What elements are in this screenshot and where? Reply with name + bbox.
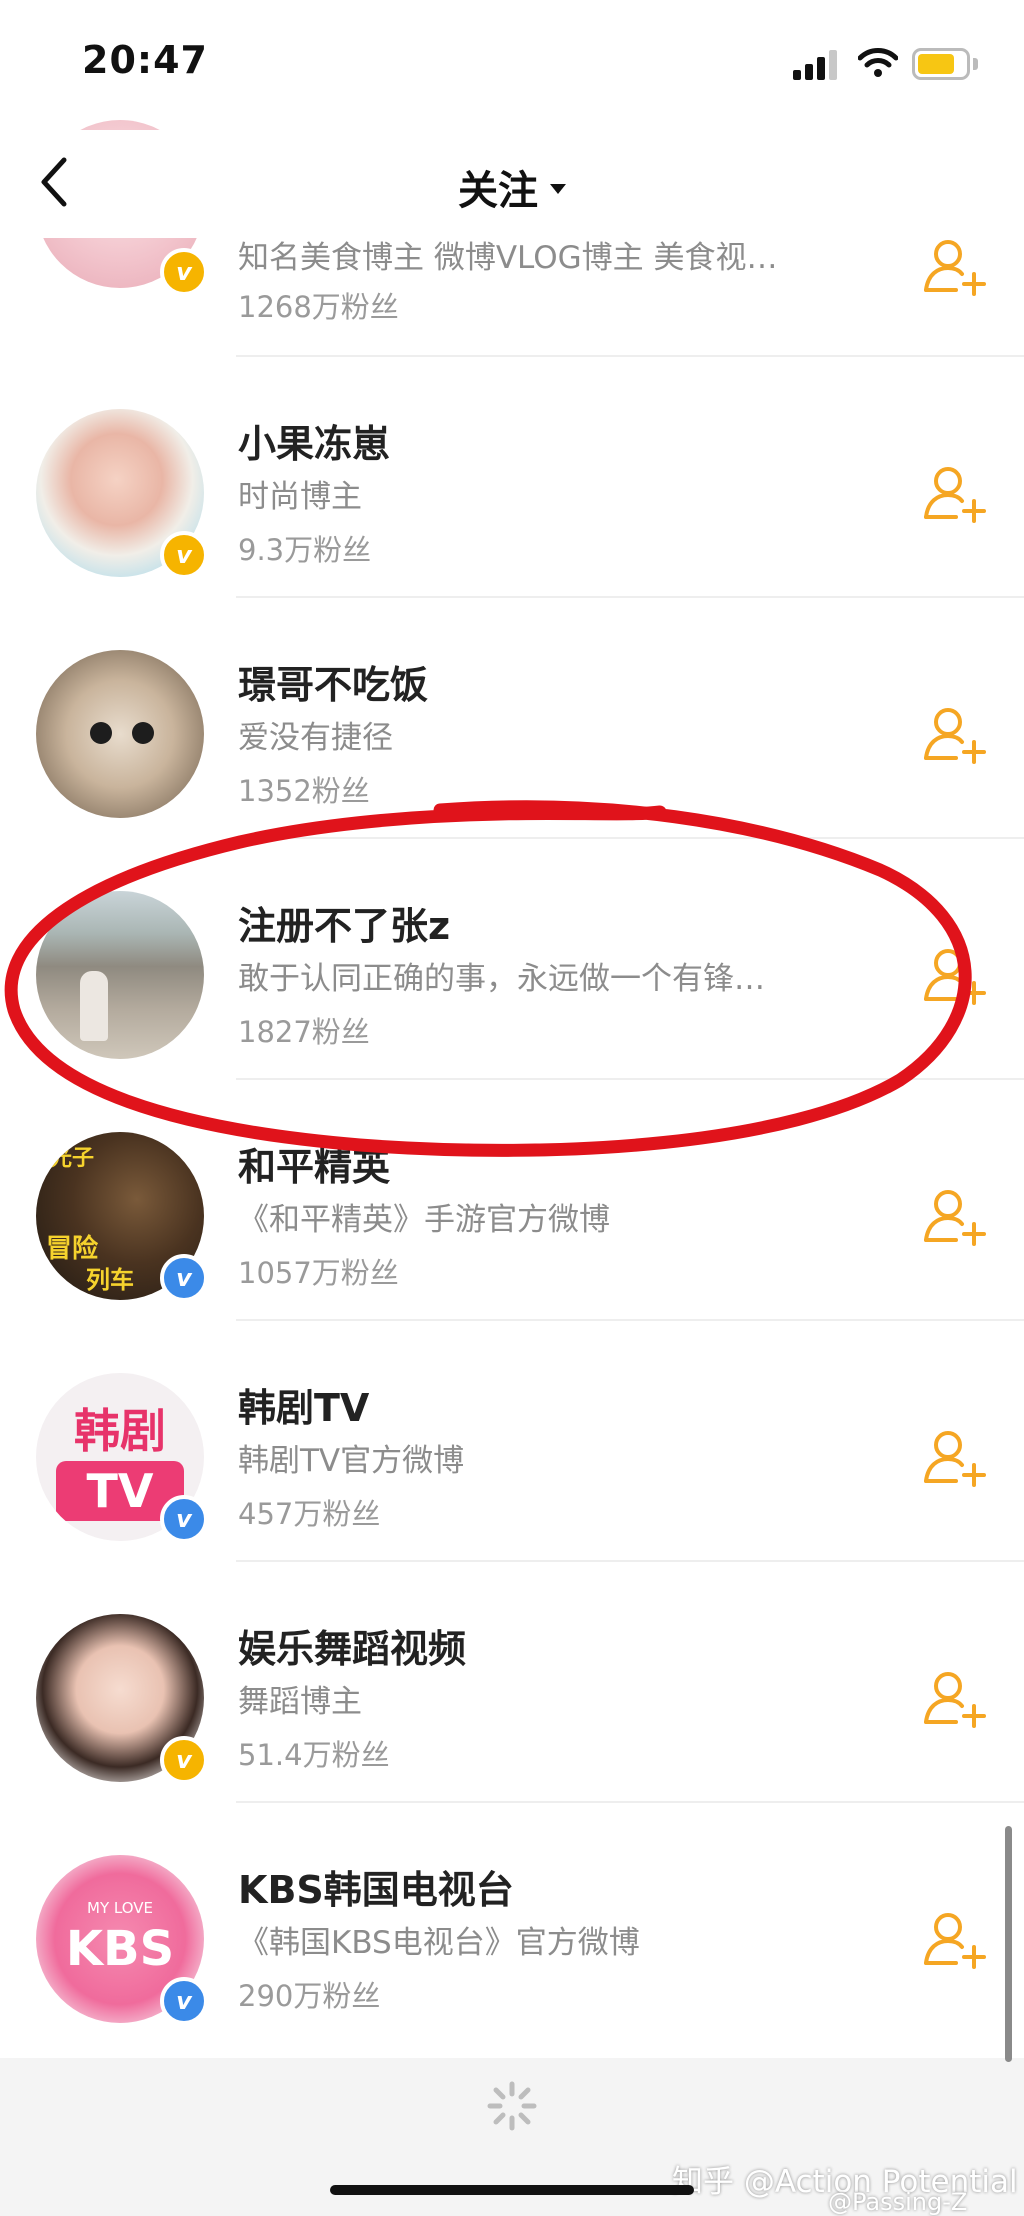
avatar-logo-text: 韩剧 [74,1404,166,1458]
follower-count: 9.3万粉丝 [238,533,372,567]
add-follow-icon[interactable] [922,461,988,527]
follower-count: 1827粉丝 [238,1015,370,1049]
add-follow-icon[interactable] [922,1666,988,1732]
user-name: 娱乐舞蹈视频 [238,1627,467,1671]
cellular-signal-icon [793,50,837,80]
avatar[interactable] [36,650,204,818]
verified-badge-icon: v [160,1495,208,1543]
page-title[interactable]: 关注 [0,158,1024,216]
user-name: KBS韩国电视台 [238,1868,514,1912]
verified-badge-icon: v [160,1977,208,2025]
verified-badge-icon: v [160,1254,208,1302]
avatar-caption-top: 光子 [50,1146,95,1171]
follower-count: 51.4万粉丝 [238,1738,390,1772]
add-follow-icon[interactable] [922,1425,988,1491]
add-follow-icon[interactable] [922,1184,988,1250]
list-item[interactable]: 光子 冒险 列车 v 和平精英 《和平精英》手游官方微博 1057万粉丝 [0,1080,1024,1321]
user-bio: 敢于认同正确的事，永远做一个有锋… [238,961,765,997]
page-title-text: 关注 [458,168,538,214]
battery-cap [973,58,978,70]
user-name: 和平精英 [238,1145,391,1189]
follower-count: 290万粉丝 [238,1979,381,2013]
list-item[interactable]: v 小果冻崽 时尚博主 9.3万粉丝 [0,357,1024,598]
battery-level [918,54,954,74]
user-name: 璟哥不吃饭 [238,663,429,707]
user-bio: 爱没有捷径 [238,720,393,756]
cat-eye-right [132,722,154,744]
list-item[interactable]: 璟哥不吃饭 爱没有捷径 1352粉丝 [0,598,1024,839]
user-bio: 知名美食博主 微博VLOG博主 美食视… [238,240,778,276]
user-bio: 舞蹈博主 [238,1684,362,1720]
follower-count: 1057万粉丝 [238,1256,399,1290]
add-follow-icon[interactable] [922,943,988,1009]
follower-count: 457万粉丝 [238,1497,381,1531]
following-list: v 知名美食博主 微博VLOG博主 美食视… 1268万粉丝 v 小果冻崽 时尚… [0,0,1024,2216]
avatar-logo-small: MY LOVE [87,1899,153,1917]
dropdown-caret-icon [550,184,566,194]
wifi-icon [858,48,898,77]
user-name: 注册不了张z [238,904,451,948]
add-follow-icon[interactable] [922,234,988,300]
list-item[interactable]: v 娱乐舞蹈视频 舞蹈博主 51.4万粉丝 [0,1562,1024,1803]
status-bar: 20:47 [0,0,1024,130]
nav-bar: 关注 [0,130,1024,238]
verified-badge-icon: v [160,1736,208,1784]
avatar-figure [80,971,108,1041]
user-name: 小果冻崽 [238,422,391,466]
avatar-logo-big: KBS [65,1921,175,1977]
list-item[interactable]: 韩剧 TV v 韩剧TV 韩剧TV官方微博 457万粉丝 [0,1321,1024,1562]
home-indicator[interactable] [330,2185,694,2195]
status-time: 20:47 [82,38,208,82]
add-follow-icon[interactable] [922,1907,988,1973]
scrollbar[interactable] [1005,1826,1012,2062]
list-item[interactable]: 注册不了张z 敢于认同正确的事，永远做一个有锋… 1827粉丝 [0,839,1024,1080]
follower-count: 1352粉丝 [238,774,370,808]
loading-spinner-icon [487,2081,537,2131]
verified-badge-icon: v [160,531,208,579]
add-follow-icon[interactable] [922,702,988,768]
avatar[interactable] [36,891,204,1059]
cat-eye-left [90,722,112,744]
list-item[interactable]: MY LOVE KBS v KBS韩国电视台 《韩国KBS电视台》官方微博 29… [0,1803,1024,2044]
user-bio: 韩剧TV官方微博 [238,1443,465,1479]
user-bio: 时尚博主 [238,479,362,515]
user-name: 韩剧TV [238,1386,370,1430]
user-bio: 《韩国KBS电视台》官方微博 [238,1925,640,1961]
verified-badge-icon: v [160,248,208,296]
avatar-caption-bottom: 列车 [86,1266,134,1294]
follower-count: 1268万粉丝 [238,290,399,324]
watermark-handle: @Passing-Z [828,2188,968,2216]
user-bio: 《和平精英》手游官方微博 [238,1202,610,1238]
battery-icon [912,48,970,80]
